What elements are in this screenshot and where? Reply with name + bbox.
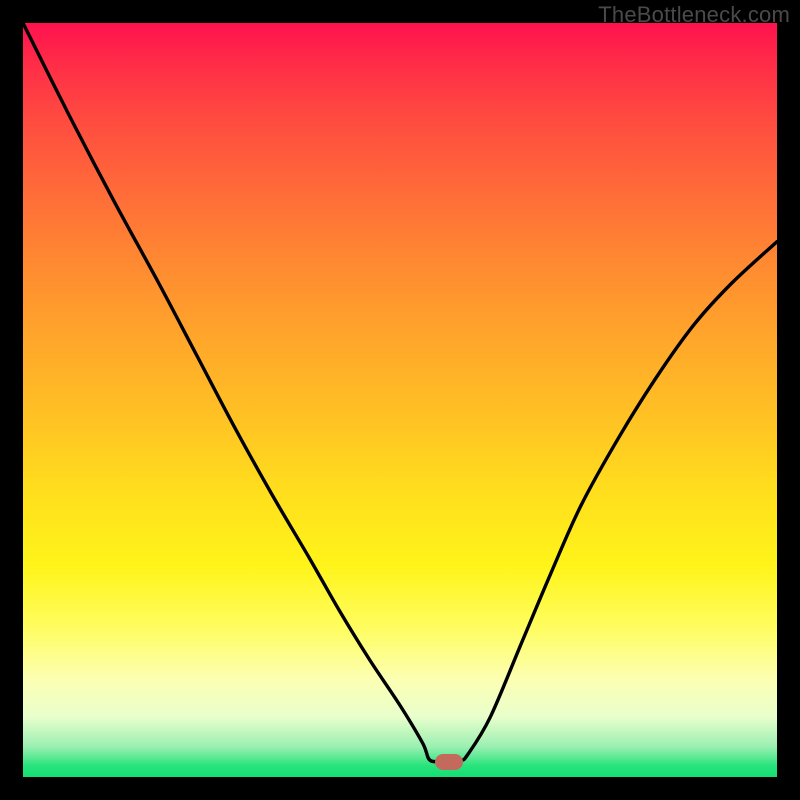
- bottleneck-curve: [23, 23, 777, 762]
- watermark-text: TheBottleneck.com: [598, 2, 790, 28]
- plot-area: [23, 23, 777, 777]
- optimal-point-marker: [435, 754, 463, 770]
- curve-layer: [23, 23, 777, 777]
- chart-frame: TheBottleneck.com: [0, 0, 800, 800]
